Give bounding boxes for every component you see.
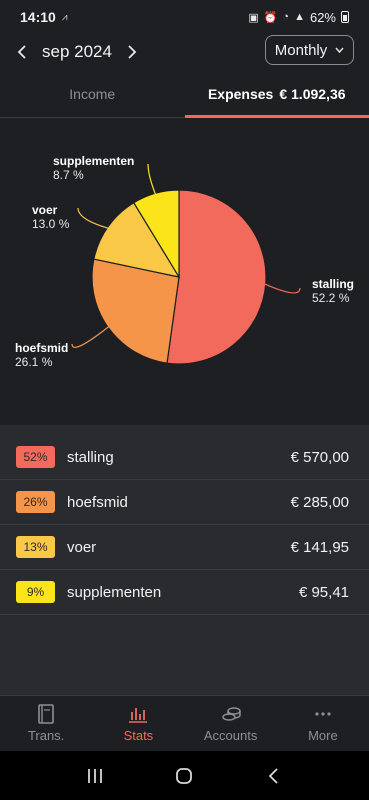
category-row[interactable]: 9% supplementen € 95,41	[0, 570, 369, 615]
nav-more-label: More	[308, 728, 338, 743]
tab-income-label: Income	[69, 85, 116, 102]
pie-chart-svg: stalling52.2 % hoefsmid26.1 % voer13.0 % su…	[15, 154, 354, 369]
bottom-nav: Trans. Stats Accounts More	[0, 695, 369, 751]
pie-slice-stalling[interactable]	[166, 189, 267, 365]
leader-line-hoefsmid	[71, 324, 112, 348]
category-amount: € 95,41	[298, 583, 349, 601]
next-month-button[interactable]	[116, 36, 148, 68]
period-bar: sep 2024 Monthly	[0, 34, 369, 70]
percent-badge: 9%	[16, 581, 55, 603]
category-amount: € 285,00	[290, 493, 349, 511]
battery-icon	[341, 11, 349, 23]
slice-percent-hoefsmid: 26.1 %	[15, 355, 53, 369]
category-row[interactable]: 13% voer € 141,95	[0, 525, 369, 570]
slice-label-voer: voer	[32, 203, 58, 217]
category-name: voer	[67, 538, 97, 556]
category-row[interactable]: 52% stalling € 570,00	[0, 435, 369, 480]
category-row[interactable]: 26% hoefsmid € 285,00	[0, 480, 369, 525]
coins-icon	[221, 707, 241, 721]
previous-month-button[interactable]	[6, 36, 38, 68]
tab-income[interactable]: Income	[0, 70, 185, 117]
nav-trans[interactable]: Trans.	[0, 696, 92, 751]
home-icon[interactable]	[175, 767, 193, 785]
leader-line-supplementen	[147, 163, 158, 198]
nav-accounts[interactable]: Accounts	[185, 696, 277, 751]
leader-line-stalling	[261, 282, 301, 294]
status-bar: 14:10 ⩘ ▣ ⏰ ◔ ▲ 62%	[0, 0, 369, 34]
category-list: 52% stalling € 570,00 26% hoefsmid € 285…	[0, 435, 369, 615]
period-dropdown[interactable]: Monthly	[265, 35, 354, 65]
status-time: 14:10	[20, 9, 56, 25]
percent-badge: 26%	[16, 491, 55, 513]
slice-label-hoefsmid: hoefsmid	[15, 341, 68, 355]
recent-apps-icon[interactable]	[86, 767, 104, 785]
chevron-left-icon	[17, 45, 26, 59]
bar-chart-icon	[129, 708, 148, 723]
tab-expenses[interactable]: Expenses € 1.092,36	[184, 70, 369, 118]
slice-percent-stalling: 52.2 %	[312, 291, 350, 305]
chevron-right-icon	[128, 45, 137, 59]
percent-badge: 13%	[16, 536, 55, 558]
expenses-total: € 1.092,36	[279, 85, 346, 102]
slice-percent-supplementen: 8.7 %	[53, 168, 84, 182]
nav-more[interactable]: More	[277, 696, 369, 751]
chevron-down-icon	[335, 47, 344, 53]
percent-badge: 52%	[16, 446, 55, 468]
wifi-icon: ◔	[282, 11, 290, 23]
period-label: Monthly	[274, 41, 328, 59]
month-label: sep 2024	[42, 42, 112, 61]
category-name: supplementen	[67, 583, 162, 601]
category-name: stalling	[67, 448, 114, 466]
signal-icon: ⩘	[61, 11, 68, 23]
status-right: ▣ ⏰ ◔ ▲ 62%	[248, 10, 349, 25]
alarm-icon: ⏰	[263, 11, 278, 24]
nav-stats[interactable]: Stats	[92, 696, 184, 751]
slice-label-supplementen: supplementen	[53, 154, 134, 168]
nav-accounts-label: Accounts	[203, 728, 258, 743]
pie-chart: stalling 52.2 % hoefsmid 26.1 % voer 13.0 % su…	[0, 118, 369, 425]
category-amount: € 570,00	[290, 448, 349, 466]
system-navigation	[0, 751, 369, 800]
cellular-icon: ▲	[294, 11, 305, 23]
battery-saver-icon: ▣	[248, 11, 259, 24]
category-amount: € 141,95	[290, 538, 349, 556]
battery-percent: 62%	[309, 9, 336, 25]
type-tabs: Income Expenses € 1.092,36	[0, 70, 369, 118]
more-dots-icon	[315, 712, 331, 716]
slice-percent-voer: 13.0 %	[32, 217, 70, 231]
leader-line-voer	[77, 207, 112, 230]
back-icon[interactable]	[265, 767, 283, 785]
category-name: hoefsmid	[67, 493, 128, 511]
book-icon	[38, 704, 54, 724]
slice-label-stalling: stalling	[312, 277, 354, 291]
nav-trans-label: Trans.	[27, 728, 65, 743]
nav-stats-label: Stats	[123, 728, 154, 743]
tab-expenses-label: Expenses	[207, 85, 274, 102]
